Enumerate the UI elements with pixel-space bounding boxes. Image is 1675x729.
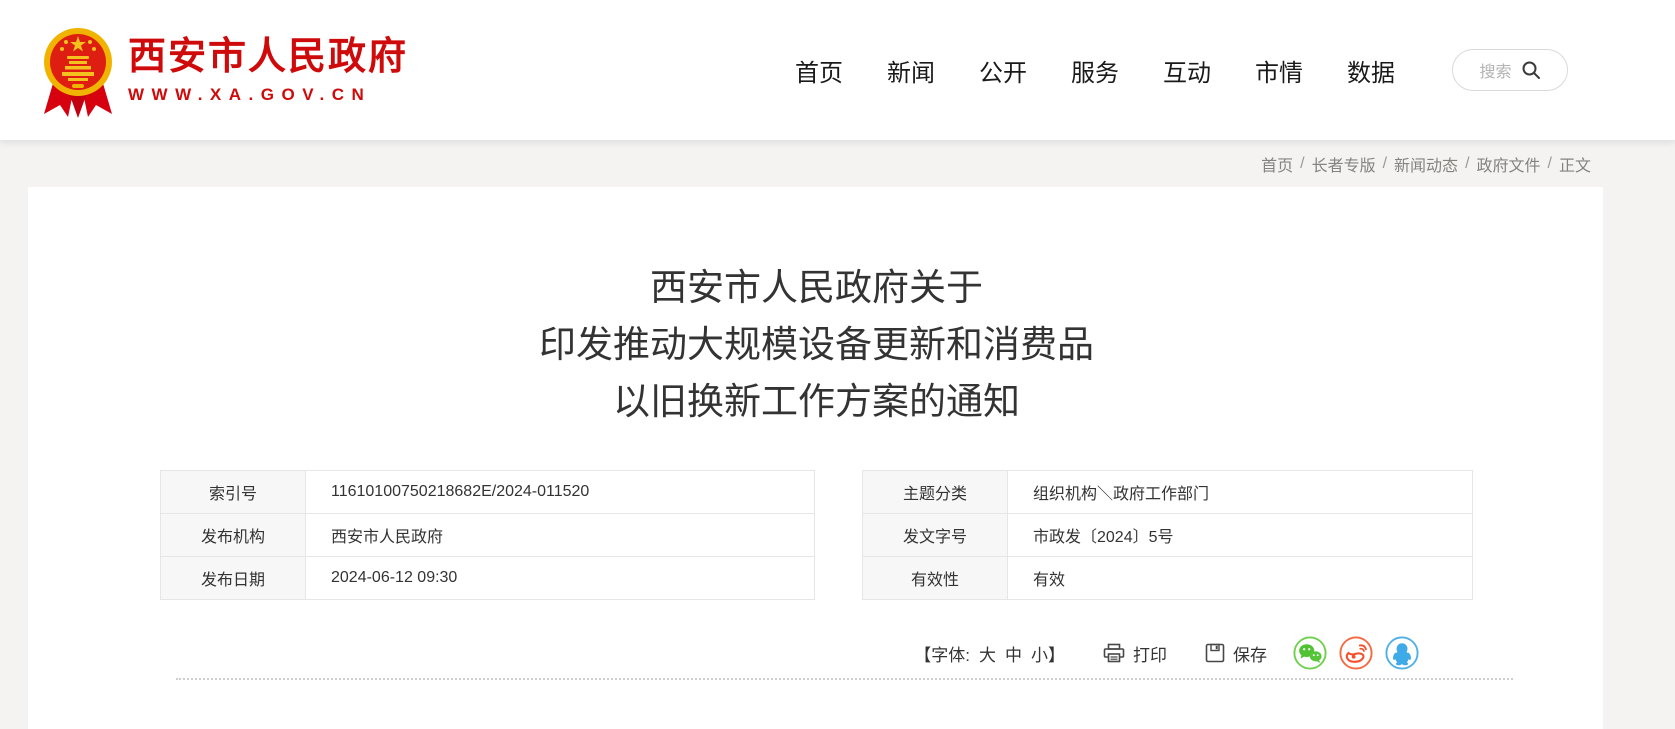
breadcrumb-home[interactable]: 首页 — [1261, 152, 1293, 176]
article-toolbar: 【字体: 大 中 小 】 打印 — [160, 636, 1473, 670]
breadcrumb-separator: / — [1383, 155, 1387, 173]
print-button[interactable]: 打印 — [1103, 641, 1167, 666]
nav-item-public[interactable]: 公开 — [979, 53, 1027, 88]
share-weibo-icon[interactable] — [1339, 636, 1373, 670]
table-row: 索引号 11610100750218682E/2024-011520 — [161, 471, 815, 514]
meta-value-date: 2024-06-12 09:30 — [306, 557, 815, 600]
font-size-prefix: 【字体: — [914, 641, 970, 666]
font-size-medium-button[interactable]: 中 — [1005, 641, 1022, 666]
nav-item-home[interactable]: 首页 — [795, 53, 843, 88]
nav-item-interact[interactable]: 互动 — [1163, 53, 1211, 88]
breadcrumb-separator: / — [1465, 155, 1469, 173]
document-title: 西安市人民政府关于 印发推动大规模设备更新和消费品 以旧换新工作方案的通知 — [148, 259, 1485, 430]
search-box[interactable]: 搜索 — [1452, 49, 1568, 91]
nav-item-services[interactable]: 服务 — [1071, 53, 1119, 88]
site-header: 西安市人民政府 WWW.XA.GOV.CN 首页 新闻 公开 服务 互动 市情 … — [0, 0, 1675, 140]
breadcrumb-govdocs[interactable]: 政府文件 — [1477, 152, 1541, 176]
nav-item-data[interactable]: 数据 — [1347, 53, 1395, 88]
table-row: 有效性 有效 — [863, 557, 1473, 600]
meta-label-index: 索引号 — [161, 471, 306, 514]
printer-icon — [1103, 643, 1125, 663]
meta-label-topic: 主题分类 — [863, 471, 1008, 514]
breadcrumb-elder[interactable]: 长者专版 — [1312, 152, 1376, 176]
article-card: 西安市人民政府关于 印发推动大规模设备更新和消费品 以旧换新工作方案的通知 索引… — [28, 187, 1603, 729]
search-placeholder: 搜索 — [1479, 58, 1511, 82]
breadcrumb-separator: / — [1548, 155, 1552, 173]
meta-label-issuer: 发布机构 — [161, 514, 306, 557]
logo-text: 西安市人民政府 WWW.XA.GOV.CN — [128, 35, 408, 105]
table-row: 发文字号 市政发〔2024〕5号 — [863, 514, 1473, 557]
save-floppy-icon — [1205, 643, 1225, 663]
nav-item-cityinfo[interactable]: 市情 — [1255, 53, 1303, 88]
breadcrumb-separator: / — [1300, 155, 1304, 173]
meta-label-docnum: 发文字号 — [863, 514, 1008, 557]
breadcrumb: 首页 / 长者专版 / 新闻动态 / 政府文件 / 正文 — [0, 140, 1675, 187]
meta-value-validity: 有效 — [1008, 557, 1473, 600]
save-button[interactable]: 保存 — [1205, 641, 1267, 666]
main-nav: 首页 新闻 公开 服务 互动 市情 数据 — [795, 53, 1395, 88]
print-label: 打印 — [1133, 641, 1167, 666]
meta-value-topic: 组织机构＼政府工作部门 — [1008, 471, 1473, 514]
font-size-suffix: 】 — [1048, 641, 1065, 666]
title-line-1: 西安市人民政府关于 — [148, 259, 1485, 316]
content-divider — [176, 678, 1513, 680]
title-line-2: 印发推动大规模设备更新和消费品 — [148, 316, 1485, 373]
site-logo[interactable]: 西安市人民政府 WWW.XA.GOV.CN — [42, 20, 408, 120]
meta-value-index: 11610100750218682E/2024-011520 — [306, 471, 815, 514]
site-name: 西安市人民政府 — [128, 35, 408, 79]
font-size-small-button[interactable]: 小 — [1031, 641, 1048, 666]
meta-table-right: 主题分类 组织机构＼政府工作部门 发文字号 市政发〔2024〕5号 有效性 有效 — [862, 470, 1473, 600]
save-label: 保存 — [1233, 641, 1267, 666]
title-line-3: 以旧换新工作方案的通知 — [148, 373, 1485, 430]
share-qq-icon[interactable] — [1385, 636, 1419, 670]
search-icon[interactable] — [1521, 60, 1541, 80]
site-url: WWW.XA.GOV.CN — [128, 85, 408, 105]
font-size-control: 【字体: 大 中 小 】 — [914, 641, 1065, 666]
meta-table-left: 索引号 11610100750218682E/2024-011520 发布机构 … — [160, 470, 815, 600]
breadcrumb-news[interactable]: 新闻动态 — [1394, 152, 1458, 176]
font-size-large-button[interactable]: 大 — [979, 641, 996, 666]
table-row: 发布日期 2024-06-12 09:30 — [161, 557, 815, 600]
table-row: 主题分类 组织机构＼政府工作部门 — [863, 471, 1473, 514]
table-row: 发布机构 西安市人民政府 — [161, 514, 815, 557]
document-meta-table: 索引号 11610100750218682E/2024-011520 发布机构 … — [160, 470, 1473, 600]
national-emblem-icon — [42, 20, 114, 120]
meta-label-validity: 有效性 — [863, 557, 1008, 600]
meta-value-docnum: 市政发〔2024〕5号 — [1008, 514, 1473, 557]
breadcrumb-current: 正文 — [1559, 152, 1591, 176]
nav-item-news[interactable]: 新闻 — [887, 53, 935, 88]
share-wechat-icon[interactable] — [1293, 636, 1327, 670]
meta-label-date: 发布日期 — [161, 557, 306, 600]
meta-value-issuer: 西安市人民政府 — [306, 514, 815, 557]
